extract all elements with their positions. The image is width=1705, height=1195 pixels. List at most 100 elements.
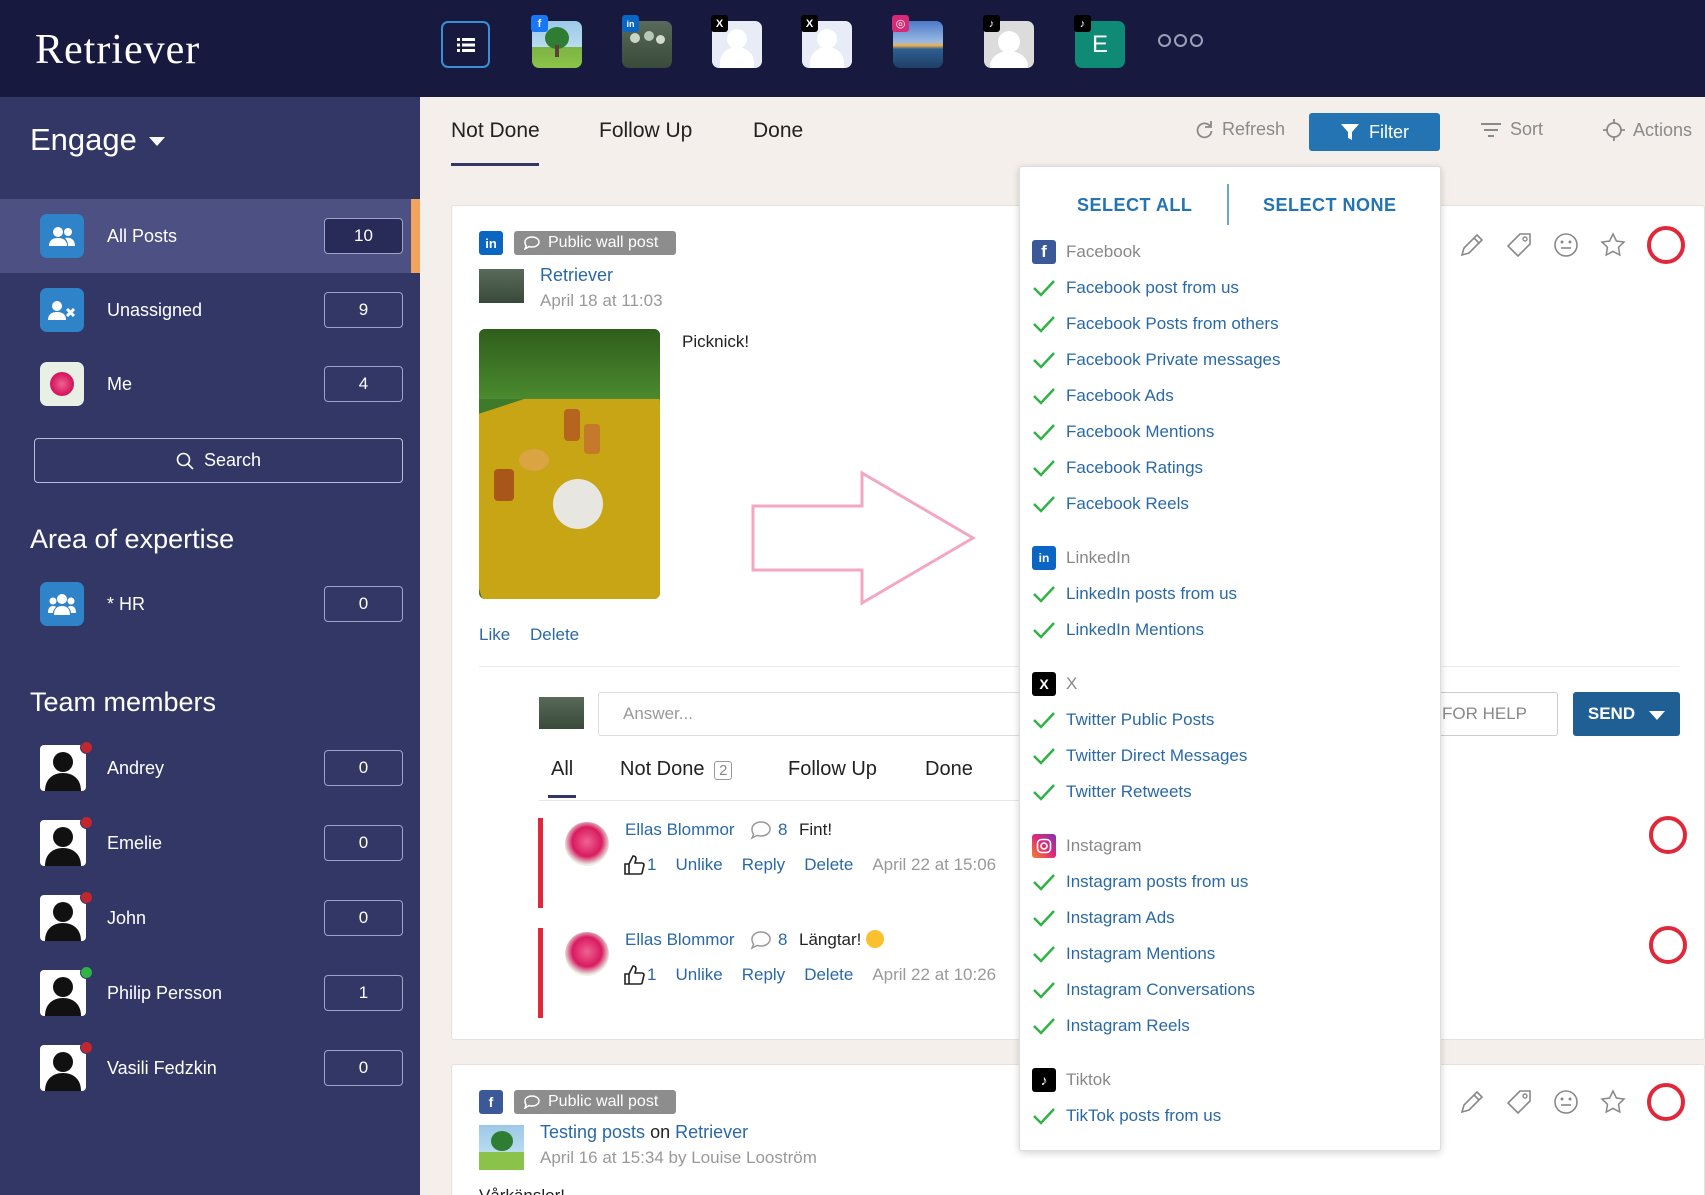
actions-button[interactable]: Actions [1603,119,1692,141]
page-link[interactable]: Retriever [675,1122,748,1142]
answer-input[interactable]: Answer... [598,692,1058,736]
filter-option[interactable]: Twitter Public Posts [1032,707,1214,733]
filter-group-tiktok[interactable]: ♪ Tiktok [1032,1067,1111,1093]
filter-option[interactable]: Instagram Conversations [1032,977,1255,1003]
filter-option[interactable]: LinkedIn Mentions [1032,617,1204,643]
filter-option[interactable]: Facebook Ads [1032,383,1174,409]
sidebar-item-me[interactable]: Me 4 [0,347,420,421]
engage-menu[interactable]: Engage [30,122,165,158]
filter-group-facebook[interactable]: f Facebook [1032,239,1141,265]
filter-option[interactable]: Instagram Ads [1032,905,1175,931]
filter-option[interactable]: Instagram posts from us [1032,869,1248,895]
heart-eyes-emoji-icon [866,930,885,948]
status-circle-icon[interactable] [1647,226,1685,264]
status-circle-icon[interactable] [1647,1083,1685,1121]
status-circle-icon[interactable] [1649,926,1687,964]
speech-bubble-icon [750,931,771,950]
team-member-row[interactable]: John 0 [0,881,420,955]
emoji-icon[interactable] [1553,232,1579,258]
delete-button[interactable]: Delete [804,965,853,985]
select-all-button[interactable]: SELECT ALL [1077,195,1192,216]
pencil-icon[interactable] [1459,232,1485,258]
emoji-icon[interactable] [1553,1089,1579,1115]
sidebar-item-unassigned[interactable]: Unassigned 9 [0,273,420,347]
tag-icon[interactable] [1506,1089,1532,1115]
tiktok-icon: ♪ [983,15,1000,32]
tab-done[interactable]: Done [753,119,803,143]
select-none-button[interactable]: SELECT NONE [1263,195,1397,216]
tag-icon[interactable] [1506,232,1532,258]
reply-button[interactable]: Reply [742,855,785,875]
filter-group-linkedin[interactable]: in LinkedIn [1032,545,1130,571]
filter-option[interactable]: Twitter Retweets [1032,779,1192,805]
crosshair-icon [1603,119,1625,141]
filter-group-instagram[interactable]: Instagram [1032,833,1142,859]
post-image[interactable] [479,329,660,599]
like-button[interactable]: Like [479,625,510,645]
filter-option[interactable]: LinkedIn posts from us [1032,581,1237,607]
star-icon[interactable] [1600,232,1626,258]
filter-option[interactable]: Facebook post from us [1032,275,1239,301]
instagram-icon [1032,834,1056,858]
sidebar-item-hr[interactable]: * HR 0 [0,567,420,641]
filter-option[interactable]: Facebook Ratings [1032,455,1203,481]
filter-option[interactable]: Facebook Reels [1032,491,1189,517]
filter-option[interactable]: Facebook Posts from others [1032,311,1279,337]
comment-author[interactable]: Ellas Blommor [625,820,735,840]
thumbs-up-icon [624,965,645,985]
post-author[interactable]: Retriever [540,265,613,286]
subtab-done[interactable]: Done [925,758,973,781]
sidebar-item-all-posts[interactable]: All Posts 10 [0,199,420,273]
filter-option-label: Twitter Direct Messages [1066,746,1248,765]
filter-option[interactable]: TikTok posts from us [1032,1103,1221,1129]
team-member-row[interactable]: Emelie 0 [0,806,420,880]
accounts-list-button[interactable] [441,21,490,68]
author-link[interactable]: Testing posts [540,1122,645,1142]
check-icon [1033,946,1055,963]
pencil-icon[interactable] [1459,1089,1485,1115]
delete-button[interactable]: Delete [804,855,853,875]
filter-option[interactable]: Instagram Mentions [1032,941,1215,967]
filter-button[interactable]: Filter [1309,113,1440,151]
team-member-row[interactable]: Andrey 0 [0,731,420,805]
comment-author[interactable]: Ellas Blommor [625,930,735,950]
sort-button[interactable]: Sort [1480,119,1543,140]
status-circle-icon[interactable] [1649,816,1687,854]
delete-button[interactable]: Delete [530,625,579,645]
more-accounts-icon[interactable] [1158,34,1203,47]
tab-follow-up[interactable]: Follow Up [599,119,692,143]
reply-button[interactable]: Reply [742,965,785,985]
expertise-heading: Area of expertise [30,524,235,554]
reply-count[interactable]: 8 [750,930,787,950]
reply-count-value: 8 [778,930,788,949]
retriever-logo[interactable]: Retriever [35,26,200,74]
filter-option[interactable]: Facebook Mentions [1032,419,1214,445]
filter-group-label: LinkedIn [1066,548,1131,567]
filter-option-label: Facebook post from us [1066,278,1239,297]
search-button[interactable]: Search [34,438,403,483]
subtab-follow-up[interactable]: Follow Up [788,758,877,781]
refresh-button[interactable]: Refresh [1194,119,1285,140]
unread-bar [538,818,543,908]
send-button[interactable]: SEND [1573,692,1680,736]
filter-option[interactable]: Facebook Private messages [1032,347,1281,373]
team-member-row[interactable]: Vasili Fedzkin 0 [0,1031,420,1105]
tab-not-done[interactable]: Not Done [451,119,540,143]
like-count-value: 1 [647,965,657,984]
unlike-button[interactable]: Unlike [675,855,722,875]
unlike-button[interactable]: Unlike [675,965,722,985]
caret-down-icon[interactable] [1649,711,1666,720]
subtab-not-done[interactable]: Not Done 2 [620,758,733,781]
star-icon[interactable] [1600,1089,1626,1115]
filter-option[interactable]: Twitter Direct Messages [1032,743,1247,769]
filter-option-label: LinkedIn Mentions [1066,620,1204,639]
my-avatar [539,697,584,729]
filter-group-x[interactable]: XX [1032,671,1077,697]
divider [1227,184,1229,225]
filter-option[interactable]: Instagram Reels [1032,1013,1190,1039]
reply-count[interactable]: 8 [750,820,787,840]
subtab-all[interactable]: All [551,758,573,781]
top-bar: Retriever f in X X ◎ ♪ E ♪ [0,0,1705,97]
team-member-row[interactable]: Philip Persson 1 [0,956,420,1030]
search-icon [176,452,194,470]
